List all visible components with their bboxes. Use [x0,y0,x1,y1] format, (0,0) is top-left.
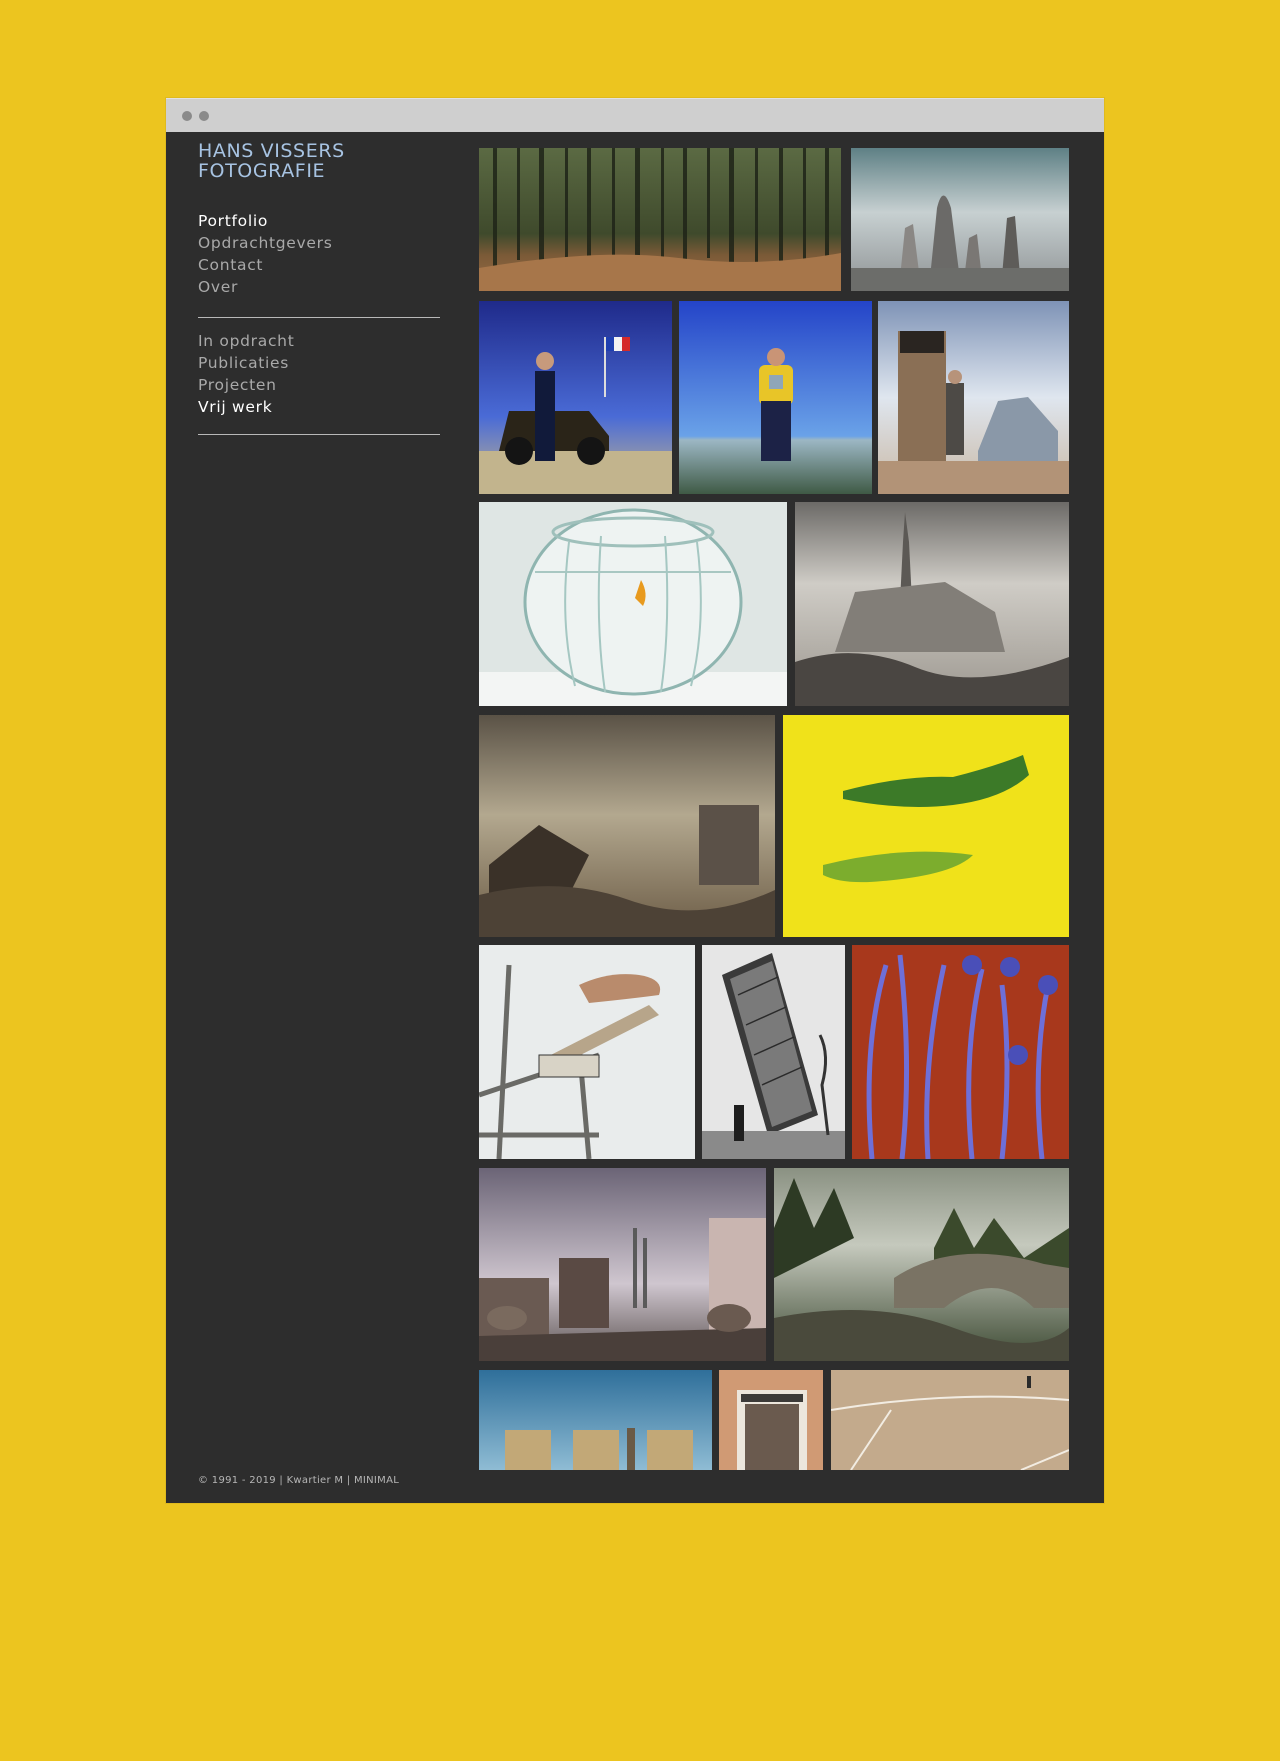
logo-line-2: FOTOGRAFIE [198,160,326,182]
photo-shop-front[interactable] [719,1370,823,1470]
window-titlebar [166,98,1104,132]
photo-fairy-chimneys[interactable] [851,148,1069,291]
photo-pine-forest[interactable] [479,148,841,291]
nav-item-projecten[interactable]: Projecten [198,374,440,396]
sidebar: HANS VISSERS FOTOGRAFIE Portfolio Opdrac… [198,131,440,1503]
photo-silos[interactable] [479,1370,712,1470]
window-dot-icon[interactable] [182,111,192,121]
nav-item-contact[interactable]: Contact [198,254,440,276]
nav-item-portfolio[interactable]: Portfolio [198,210,440,232]
photo-leaning-tower[interactable] [702,945,845,1159]
primary-nav: Portfolio Opdrachtgevers Contact Over [198,210,440,298]
photo-fishbowl[interactable] [479,502,787,706]
photo-man-with-jeep[interactable] [479,301,672,494]
photo-diver-on-scaffold[interactable] [479,945,695,1159]
window-dot-icon[interactable] [199,111,209,121]
nav-item-publicaties[interactable]: Publicaties [198,352,440,374]
nav-divider [198,317,440,318]
photo-animals-industrial[interactable] [479,1168,766,1361]
photo-man-on-beach[interactable] [679,301,872,494]
footer-copyright: © 1991 - 2019 | Kwartier M | MINIMAL [198,1475,400,1486]
photo-stone-bridge[interactable] [774,1168,1069,1361]
nav-item-in-opdracht[interactable]: In opdracht [198,330,440,352]
secondary-nav: In opdracht Publicaties Projecten Vrij w… [198,330,440,418]
nav-item-over[interactable]: Over [198,276,440,298]
photo-church-ruins[interactable] [795,502,1069,706]
photo-tower-monument[interactable] [878,301,1069,494]
photo-sports-field[interactable] [831,1370,1069,1470]
nav-item-opdrachtgevers[interactable]: Opdrachtgevers [198,232,440,254]
nav-item-vrij-werk[interactable]: Vrij werk [198,396,440,418]
logo-line-1: HANS VISSERS [198,140,345,162]
nav-divider [198,434,440,435]
site-logo[interactable]: HANS VISSERS FOTOGRAFIE [198,141,440,181]
browser-window: HANS VISSERS FOTOGRAFIE Portfolio Opdrac… [166,98,1104,1503]
photo-collapsed-houses[interactable] [479,715,775,937]
photo-leaping-hare[interactable] [783,715,1069,937]
photo-blue-poppies[interactable] [852,945,1069,1159]
